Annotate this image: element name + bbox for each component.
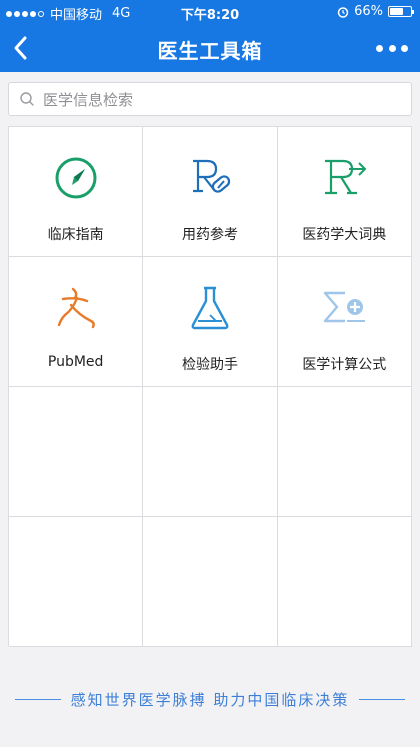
slogan-text: 感知世界医学脉搏 助力中国临床决策 xyxy=(70,690,350,709)
tool-label: 检验助手 xyxy=(181,357,238,373)
empty-cell xyxy=(143,387,278,517)
search-container: 医学信息检索 xyxy=(8,82,412,116)
dictionary-r-icon xyxy=(325,159,367,195)
tool-label: PubMed xyxy=(47,354,104,370)
more-button[interactable] xyxy=(376,40,408,56)
empty-cell xyxy=(277,387,412,517)
tool-label: 临床指南 xyxy=(47,227,104,243)
status-bar: 中国移动 4G 下午8:20 66% xyxy=(0,0,420,24)
search-icon xyxy=(20,92,34,106)
more-dot xyxy=(401,44,408,52)
divider xyxy=(359,698,406,700)
search-input[interactable]: 医学信息检索 xyxy=(8,82,412,116)
tool-label: 医药学大词典 xyxy=(302,227,387,243)
battery-icon xyxy=(388,6,414,17)
tool-drug-reference[interactable]: 用药参考 xyxy=(143,127,278,257)
tool-label: 医学计算公式 xyxy=(302,357,387,373)
empty-cell xyxy=(277,517,412,647)
rx-icon xyxy=(192,159,231,193)
tools-grid: 临床指南 用药参考 医药学大词典 PubMed 检验助手 医学计算公式 xyxy=(8,126,412,647)
battery-percent: 66% xyxy=(354,4,383,19)
more-dots-icon xyxy=(376,44,383,52)
tool-label: 用药参考 xyxy=(181,227,238,243)
compass-icon xyxy=(55,157,97,199)
pubmed-icon xyxy=(57,287,95,329)
page-title: 医生工具箱 xyxy=(157,39,263,63)
status-right: 66% xyxy=(337,4,414,19)
tool-clinical-guidelines[interactable]: 临床指南 xyxy=(9,127,144,257)
alarm-clock-icon xyxy=(337,6,349,18)
search-placeholder: 医学信息检索 xyxy=(43,90,134,109)
empty-cell xyxy=(143,517,278,647)
empty-cell xyxy=(9,387,144,517)
footer-slogan: 感知世界医学脉搏 助力中国临床决策 xyxy=(0,686,420,712)
sigma-plus-icon xyxy=(324,291,366,323)
flask-icon xyxy=(191,286,229,330)
navigation-bar: 医生工具箱 xyxy=(0,24,420,72)
divider xyxy=(14,698,61,700)
tool-medical-calculator[interactable]: 医学计算公式 xyxy=(277,257,412,387)
empty-cell xyxy=(9,517,144,647)
tool-medical-dictionary[interactable]: 医药学大词典 xyxy=(277,127,412,257)
tool-pubmed[interactable]: PubMed xyxy=(9,257,144,387)
more-dot xyxy=(388,44,396,52)
tool-lab-assistant[interactable]: 检验助手 xyxy=(143,257,278,387)
